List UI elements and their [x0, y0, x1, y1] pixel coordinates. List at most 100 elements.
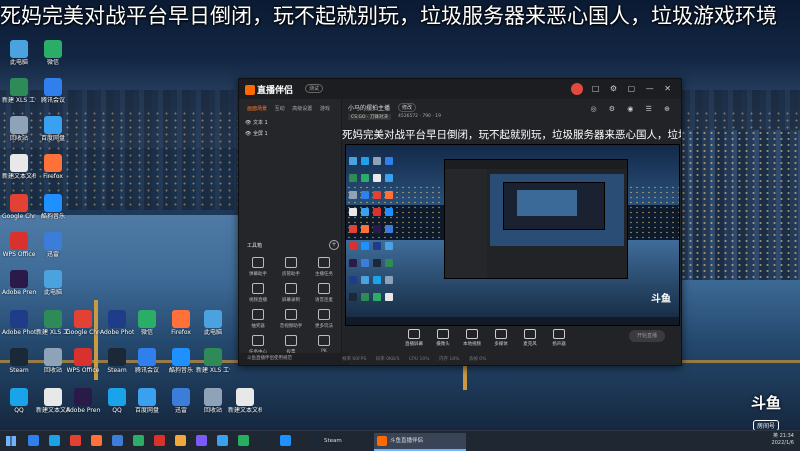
scene-item[interactable]: 👁 全屏 1: [245, 130, 268, 137]
desktop-icon[interactable]: Adobe Premiere: [66, 388, 100, 414]
desktop-icon[interactable]: Google Chrome: [66, 310, 100, 336]
scene-label: 全屏 1: [252, 131, 268, 137]
user-avatar[interactable]: [571, 83, 583, 95]
desktop-icon[interactable]: 新建 XLS 工作表: [196, 348, 230, 374]
source-button[interactable]: 直播屏幕: [402, 329, 426, 347]
desktop-icon[interactable]: 此电脑: [36, 270, 70, 296]
desktop-icon[interactable]: Adobe Photoshop: [2, 310, 36, 336]
desktop-icon[interactable]: 此电脑: [196, 310, 230, 336]
desktop-icon[interactable]: 腾讯会议: [36, 78, 70, 104]
scene-label: 文本 1: [252, 120, 268, 126]
source-button[interactable]: 摄像头: [431, 329, 455, 347]
beta-badge[interactable]: 测试: [305, 84, 324, 93]
category-tag[interactable]: CS:GO · 刀锋对决: [348, 114, 391, 120]
source-button[interactable]: 本地视频: [460, 329, 484, 347]
pinned-app-icon[interactable]: [112, 435, 123, 446]
desktop-icon[interactable]: 微信: [130, 310, 164, 336]
desktop-icon[interactable]: Adobe Premiere: [2, 270, 36, 296]
start-live-button[interactable]: 开始直播: [629, 330, 665, 342]
app-icon: [172, 348, 190, 366]
source-button[interactable]: 扬声器: [547, 329, 571, 347]
pinned-app-icon[interactable]: [133, 435, 144, 446]
toolbox-item[interactable]: 更多玩法: [309, 309, 339, 329]
pinned-app-icon[interactable]: [28, 435, 39, 446]
desktop-icon[interactable]: 迅雷: [164, 388, 198, 414]
tab-game[interactable]: 游戏: [320, 106, 330, 112]
header-tool-icons[interactable]: ◎ ⚙ ◉ ☰ ⊕: [590, 105, 675, 113]
desktop-icon[interactable]: 新建 XLS 工作表: [36, 310, 70, 336]
toolbox-add-button[interactable]: +: [329, 240, 339, 250]
desktop-icon-label: 此电脑: [203, 329, 222, 336]
desktop-icon[interactable]: 微信: [36, 40, 70, 66]
toolbox-item[interactable]: 语音连麦: [309, 283, 339, 303]
tool-icon: [252, 309, 264, 320]
tab-advanced[interactable]: 高级设置: [292, 106, 312, 112]
app-icon: [108, 388, 126, 406]
desktop-icon[interactable]: 此电脑: [2, 40, 36, 66]
desktop-icon[interactable]: 新建文本文档: [228, 388, 262, 414]
desktop-icon[interactable]: 腾讯会议: [130, 348, 164, 374]
desktop-icon[interactable]: 百度网盘: [36, 116, 70, 142]
desktop-icon[interactable]: QQ: [100, 388, 134, 414]
desktop-icon[interactable]: Firefox: [36, 154, 70, 180]
window-controls[interactable]: □ ⚙ ▢ — ✕: [592, 84, 675, 93]
desktop-icon[interactable]: WPS Office: [66, 348, 100, 374]
eye-icon[interactable]: 👁: [245, 120, 253, 126]
pinned-app-icon[interactable]: [238, 435, 249, 446]
desktop-icon[interactable]: 酷狗音乐: [164, 348, 198, 374]
desktop-icon[interactable]: 回收站: [36, 348, 70, 374]
desktop-icon[interactable]: QQ: [2, 388, 36, 414]
taskbar-app-live-companion[interactable]: 斗鱼直播伴侣: [374, 433, 466, 451]
scene-item[interactable]: 👁 文本 1: [245, 119, 268, 126]
toolbox-item[interactable]: 房管助手: [276, 257, 306, 277]
preview-mini-icon: [373, 242, 381, 250]
desktop-icon-label: 迅雷: [174, 407, 187, 414]
preview-mini-icon: [385, 276, 393, 284]
live-companion-window[interactable]: 直播伴侣 测试 □ ⚙ ▢ — ✕ 画面场景 互动 高级设置 游戏 👁 文本 1…: [238, 78, 682, 366]
pinned-app-icon[interactable]: [49, 435, 60, 446]
window-titlebar[interactable]: 直播伴侣 测试 □ ⚙ ▢ — ✕: [239, 79, 681, 99]
toolbox-item[interactable]: 任务中心: [243, 335, 273, 355]
pinned-app-icon[interactable]: [91, 435, 102, 446]
pinned-app-icon[interactable]: [259, 435, 270, 446]
eye-icon[interactable]: 👁: [245, 131, 253, 137]
desktop-icon[interactable]: 新建 XLS 工作表: [2, 78, 36, 104]
pinned-app-icon[interactable]: [196, 435, 207, 446]
pinned-app-icon[interactable]: [70, 435, 81, 446]
desktop-icon[interactable]: WPS Office: [2, 232, 36, 258]
pinned-app-icon[interactable]: [175, 435, 186, 446]
stream-preview[interactable]: 斗鱼: [345, 144, 680, 326]
tab-interact[interactable]: 互动: [275, 106, 285, 112]
desktop-icon[interactable]: 百度网盘: [130, 388, 164, 414]
desktop-icon[interactable]: 回收站: [196, 388, 230, 414]
desktop-icon[interactable]: 新建文本文档: [2, 154, 36, 180]
toolbox-item[interactable]: 主播任务: [309, 257, 339, 277]
toolbox-item[interactable]: 屏幕录制: [276, 283, 306, 303]
usage-notice-link[interactable]: 斗鱼直播伴侣使用规范: [239, 353, 349, 365]
desktop-icon[interactable]: Adobe Photoshop: [100, 310, 134, 336]
desktop-icon[interactable]: 迅雷: [36, 232, 70, 258]
system-tray[interactable]: 英 21:34 2022/1/6: [772, 433, 794, 447]
toolbox-item[interactable]: 视频直播: [243, 283, 273, 303]
toolbox-item[interactable]: 弹幕助手: [243, 257, 273, 277]
tab-scenes[interactable]: 画面场景: [247, 106, 267, 112]
desktop-icon[interactable]: 酷狗音乐: [36, 194, 70, 220]
desktop-icon[interactable]: 新建文本文档: [36, 388, 70, 414]
source-button[interactable]: 多媒体: [489, 329, 513, 347]
desktop-icon[interactable]: Google Chrome: [2, 194, 36, 220]
pinned-app-icon[interactable]: [154, 435, 165, 446]
toolbox-item[interactable]: 音视频助手: [276, 309, 306, 329]
toolbox-item[interactable]: 抽奖器: [243, 309, 273, 329]
pinned-app-icon[interactable]: [217, 435, 228, 446]
desktop-icon[interactable]: Steam: [100, 348, 134, 374]
desktop-icon[interactable]: Steam: [2, 348, 36, 374]
start-icon[interactable]: [6, 436, 16, 446]
toolbox-item[interactable]: PK: [309, 335, 339, 354]
edit-title-button[interactable]: 修改: [398, 103, 417, 112]
desktop-icon[interactable]: 回收站: [2, 116, 36, 142]
toolbox-item[interactable]: 投票: [276, 335, 306, 355]
desktop-icon[interactable]: Firefox: [164, 310, 198, 336]
pinned-app-icon[interactable]: [280, 435, 291, 446]
source-button[interactable]: 麦克风: [518, 329, 542, 347]
input-language[interactable]: 英: [773, 433, 778, 439]
